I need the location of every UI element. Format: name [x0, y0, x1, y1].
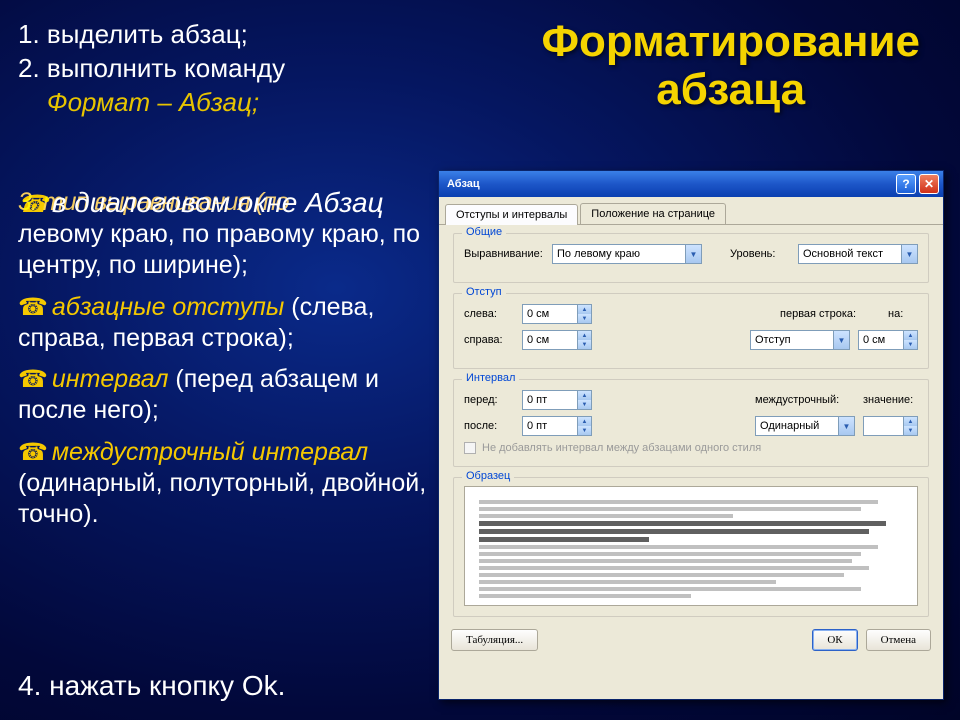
- steps-top: 1. выделить абзац; 2. выполнить команду …: [18, 18, 438, 119]
- label-before: перед:: [464, 394, 514, 406]
- checkbox-icon: [464, 442, 476, 454]
- label-after: после:: [464, 420, 514, 432]
- chevron-down-icon: ▼: [578, 400, 591, 409]
- spin-at[interactable]: ▲▼: [863, 416, 918, 436]
- ok-button[interactable]: ОК: [812, 629, 857, 651]
- spin-left[interactable]: 0 см ▲▼: [522, 304, 592, 324]
- bullet-block: ☎в диалоговом окне Абзац 3. тип выравнив…: [18, 185, 428, 530]
- close-button[interactable]: ✕: [919, 174, 939, 194]
- spin-before[interactable]: 0 пт ▲▼: [522, 390, 592, 410]
- phone-icon: ☎: [18, 439, 48, 466]
- chevron-down-icon: ▼: [578, 340, 591, 349]
- combo-align[interactable]: По левому краю ▼: [552, 244, 702, 264]
- label-right: справа:: [464, 334, 514, 346]
- group-spacing: Интервал перед: 0 пт ▲▼ междустрочный: з…: [453, 379, 929, 467]
- cancel-button[interactable]: Отмена: [866, 629, 931, 651]
- group-spacing-label: Интервал: [462, 372, 519, 384]
- group-preview-label: Образец: [462, 470, 514, 482]
- chevron-down-icon: ▼: [904, 426, 917, 435]
- bullet-indent: ☎абзацные отступы (слева, справа, первая…: [18, 292, 428, 355]
- combo-level[interactable]: Основной текст ▼: [798, 244, 918, 264]
- chevron-up-icon: ▲: [904, 331, 917, 340]
- title-l2: абзаца: [656, 65, 805, 114]
- dialog-button-row: Табуляция... ОК Отмена: [439, 625, 943, 651]
- chevron-down-icon: ▼: [838, 417, 854, 435]
- label-firstline: первая строка:: [780, 308, 880, 320]
- tab-indents[interactable]: Отступы и интервалы: [445, 204, 578, 225]
- spin-after[interactable]: 0 пт ▲▼: [522, 416, 592, 436]
- title-l1: Форматирование: [541, 17, 920, 66]
- chevron-down-icon: ▼: [578, 426, 591, 435]
- group-indent-label: Отступ: [462, 286, 506, 298]
- bullet-linespace: ☎междустрочный интервал (одинарный, полу…: [18, 437, 428, 531]
- label-left: слева:: [464, 308, 514, 320]
- combo-linespace[interactable]: Одинарный ▼: [755, 416, 855, 436]
- chevron-up-icon: ▲: [578, 391, 591, 400]
- checkbox-nospace[interactable]: Не добавлять интервал между абзацами одн…: [464, 442, 918, 454]
- group-indent: Отступ слева: 0 см ▲▼ первая строка: на:…: [453, 293, 929, 369]
- chevron-down-icon: ▼: [578, 314, 591, 323]
- preview-box: [464, 486, 918, 606]
- step4: 4. нажать кнопку Ok.: [18, 670, 285, 702]
- label-at: значение:: [863, 394, 918, 406]
- slide-title: Форматирование абзаца: [541, 18, 920, 115]
- spin-by[interactable]: 0 см ▲▼: [858, 330, 918, 350]
- chevron-down-icon: ▼: [685, 245, 701, 263]
- label-by: на:: [888, 308, 918, 320]
- chevron-down-icon: ▼: [833, 331, 849, 349]
- tabs-button[interactable]: Табуляция...: [451, 629, 538, 651]
- step2: 2. выполнить команду Формат – Абзац;: [18, 52, 438, 120]
- chevron-up-icon: ▲: [904, 417, 917, 426]
- phone-icon: ☎: [18, 366, 48, 393]
- combo-firstline[interactable]: Отступ ▼: [750, 330, 850, 350]
- paragraph-dialog: Абзац ? ✕ Отступы и интервалы Положение …: [438, 170, 944, 700]
- bullet-spacing: ☎интервал (перед абзацем и после него);: [18, 364, 428, 427]
- tab-position[interactable]: Положение на странице: [580, 203, 726, 224]
- chevron-down-icon: ▼: [904, 340, 917, 349]
- help-button[interactable]: ?: [896, 174, 916, 194]
- spin-right[interactable]: 0 см ▲▼: [522, 330, 592, 350]
- chevron-down-icon: ▼: [901, 245, 917, 263]
- group-preview: Образец: [453, 477, 929, 617]
- group-general-label: Общие: [462, 226, 506, 238]
- label-level: Уровень:: [730, 248, 790, 260]
- chevron-up-icon: ▲: [578, 331, 591, 340]
- label-align: Выравнивание:: [464, 248, 544, 260]
- overlap-text-a: 3. тип выравнивания (по: [18, 187, 289, 218]
- dialog-title: Абзац: [447, 178, 480, 190]
- phone-icon: ☎: [18, 294, 48, 321]
- dialog-titlebar[interactable]: Абзац ? ✕: [439, 171, 943, 197]
- align-rest: левому краю, по правому краю, по центру,…: [18, 219, 428, 282]
- step1: 1. выделить абзац;: [18, 18, 438, 52]
- label-linespace: междустрочный:: [755, 394, 855, 406]
- tabstrip: Отступы и интервалы Положение на страниц…: [439, 197, 943, 225]
- group-general: Общие Выравнивание: По левому краю ▼ Уро…: [453, 233, 929, 283]
- chevron-up-icon: ▲: [578, 305, 591, 314]
- step2-command: Формат – Абзац;: [47, 87, 259, 117]
- chevron-up-icon: ▲: [578, 417, 591, 426]
